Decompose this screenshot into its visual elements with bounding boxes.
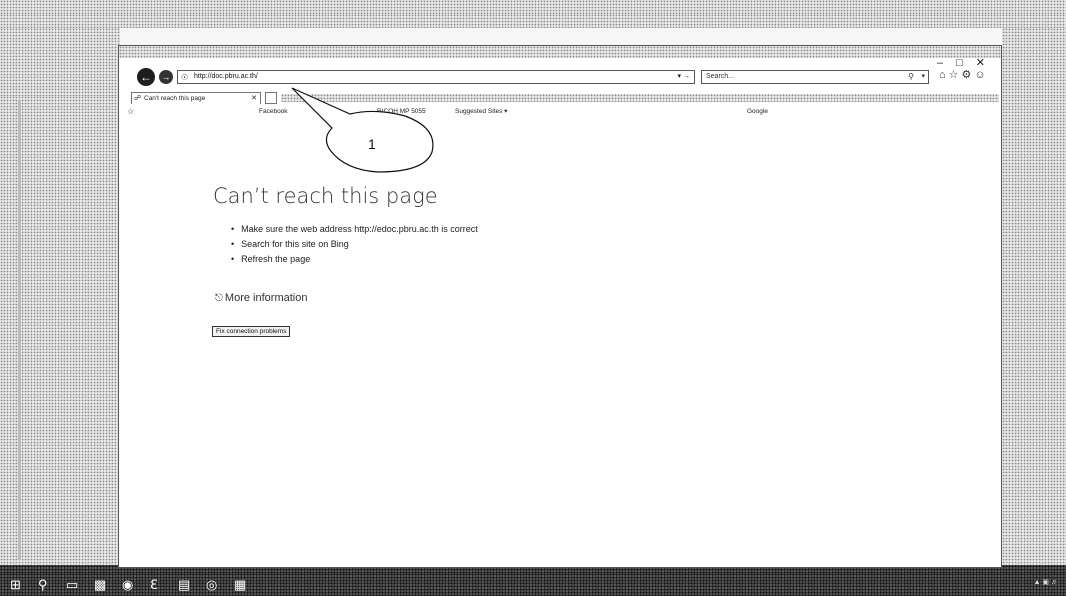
edge-icon[interactable]: ℇ [150, 577, 158, 593]
store-icon[interactable]: ▤ [178, 577, 190, 593]
system-tray[interactable]: ▲ ▣ ♬ [1034, 578, 1058, 586]
word-icon[interactable]: ▦ [234, 577, 246, 593]
chrome-icon[interactable]: ◎ [206, 577, 217, 593]
windows-taskbar: ⊞ ⚲ ▭ ▩ ◉ ℇ ▤ ◎ ▦ ▲ ▣ ♬ [0, 573, 1066, 596]
callout-bubble [291, 87, 434, 173]
windows-start-icon[interactable]: ⊞ [10, 577, 21, 593]
task-view-icon[interactable]: ▭ [66, 577, 78, 593]
app-icon[interactable]: ◉ [122, 577, 133, 593]
search-icon[interactable]: ⚲ [38, 577, 48, 593]
callout-number: 1 [368, 136, 376, 152]
file-explorer-icon[interactable]: ▩ [94, 577, 106, 593]
callout-annotation [291, 87, 434, 173]
